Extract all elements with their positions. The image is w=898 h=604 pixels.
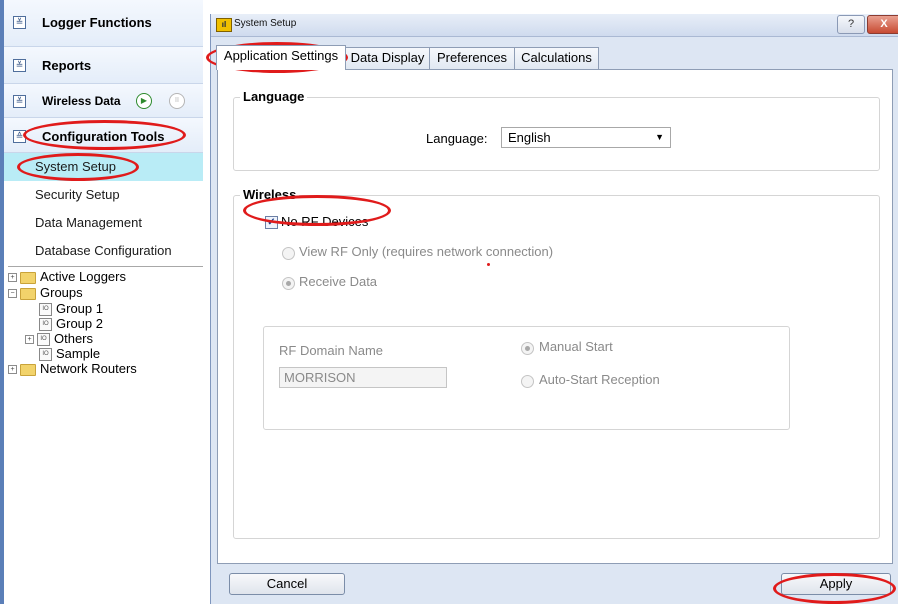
tree-node-network-routers[interactable]: + Network Routers [8,361,203,377]
tree-node-label: Others [54,331,94,346]
app-icon: ıl [216,18,232,32]
tree-node-active-loggers[interactable]: + Active Loggers [8,269,203,285]
logger-group-icon: IO [39,318,52,332]
language-label: Language: [426,131,488,146]
tab-application-settings[interactable]: Application Settings [216,45,346,70]
tree-node-label: Groups [40,285,83,300]
nav-item-database-configuration[interactable]: Database Configuration [4,237,203,265]
rf-domain-group: RF Domain Name MORRISON Manual Start Aut… [263,326,790,430]
expand-icon[interactable]: + [25,335,34,345]
dialog-title: System Setup [234,18,297,29]
nav-item-security-setup[interactable]: Security Setup [4,181,203,209]
application-settings-panel: Language Language: English ▼ Wireless ✓ … [217,69,893,564]
logger-functions-header[interactable]: ≚ Logger Functions [4,0,203,47]
system-setup-dialog: ıl System Setup ? X Application Settings… [210,14,898,604]
configuration-tools-label: Configuration Tools [42,129,165,144]
annotation-dot [487,263,490,266]
no-rf-devices-label: No RF Devices [281,214,369,229]
tree-node-label: Group 1 [56,301,103,316]
tree-node-label: Group 2 [56,316,103,331]
tree-node-label: Network Routers [40,361,137,376]
wireless-group: Wireless ✓ No RF Devices View RF Only (r… [233,187,880,539]
tab-preferences[interactable]: Preferences [429,47,515,69]
tree-node-groups[interactable]: − Groups [8,285,203,301]
expand-icon[interactable]: + [8,365,17,375]
play-icon[interactable]: ▶ [136,93,152,109]
collapse-icon[interactable]: − [8,289,17,299]
close-button[interactable]: X [867,15,898,34]
navigation-pane: ≚ Logger Functions ≚ Reports ≚ Wireless … [0,0,203,604]
tree-node-label: Sample [56,346,101,361]
tab-data-display[interactable]: Data Display [345,47,430,69]
language-group-title: Language [240,89,308,104]
manual-start-label: Manual Start [539,339,613,354]
language-select[interactable]: English ▼ [501,127,671,148]
nav-item-data-management[interactable]: Data Management [4,209,203,237]
pause-icon[interactable]: II [169,93,185,109]
view-rf-only-label: View RF Only (requires network connectio… [299,244,554,259]
chevron-down-icon[interactable]: ≚ [13,59,26,72]
wireless-data-label: Wireless Data [42,94,121,108]
logger-tree: + Active Loggers − Groups IO Group 1 IO Grou… [8,266,203,377]
chevron-down-icon: ▼ [655,132,664,142]
receive-data-label: Receive Data [299,274,378,289]
tree-node-group-2[interactable]: IO Group 2 [8,316,203,332]
help-button[interactable]: ? [837,15,865,34]
view-rf-only-radio[interactable] [282,247,295,260]
receive-data-radio[interactable] [282,277,295,290]
folder-icon [20,271,36,284]
language-group: Language Language: English ▼ [233,89,880,171]
reports-label: Reports [42,58,92,73]
language-select-value: English [508,130,551,145]
logger-functions-label: Logger Functions [42,15,152,30]
nav-item-system-setup[interactable]: System Setup [4,153,203,181]
wireless-data-header[interactable]: ≚ Wireless Data ▶ II [4,84,203,118]
folder-icon [20,363,36,376]
tab-calculations[interactable]: Calculations [514,47,599,69]
tree-node-label: Active Loggers [40,269,126,284]
tree-node-others[interactable]: + IO Others [8,331,203,347]
tree-node-sample[interactable]: IO Sample [8,346,203,362]
reports-header[interactable]: ≚ Reports [4,47,203,84]
expand-icon[interactable]: + [8,273,17,283]
rf-domain-name-input[interactable]: MORRISON [279,367,447,388]
cancel-button[interactable]: Cancel [229,573,345,595]
chevron-down-icon[interactable]: ≚ [13,95,26,108]
logger-group-icon: IO [39,348,52,362]
tree-node-group-1[interactable]: IO Group 1 [8,301,203,317]
apply-button[interactable]: Apply [781,573,891,595]
manual-start-radio[interactable] [521,342,534,355]
logger-group-icon: IO [39,303,52,317]
rf-domain-name-label: RF Domain Name [279,343,384,358]
chevron-up-icon[interactable]: ≙ [13,130,26,143]
auto-start-label: Auto-Start Reception [539,372,660,387]
no-rf-devices-checkbox[interactable]: ✓ [265,216,278,229]
chevron-down-icon[interactable]: ≚ [13,16,26,29]
folder-icon [20,287,36,300]
logger-group-icon: IO [37,333,50,347]
auto-start-radio[interactable] [521,375,534,388]
configuration-tools-header[interactable]: ≙ Configuration Tools [4,118,203,153]
dialog-title-bar[interactable]: ıl System Setup ? X [211,14,898,37]
wireless-group-title: Wireless [240,187,300,202]
